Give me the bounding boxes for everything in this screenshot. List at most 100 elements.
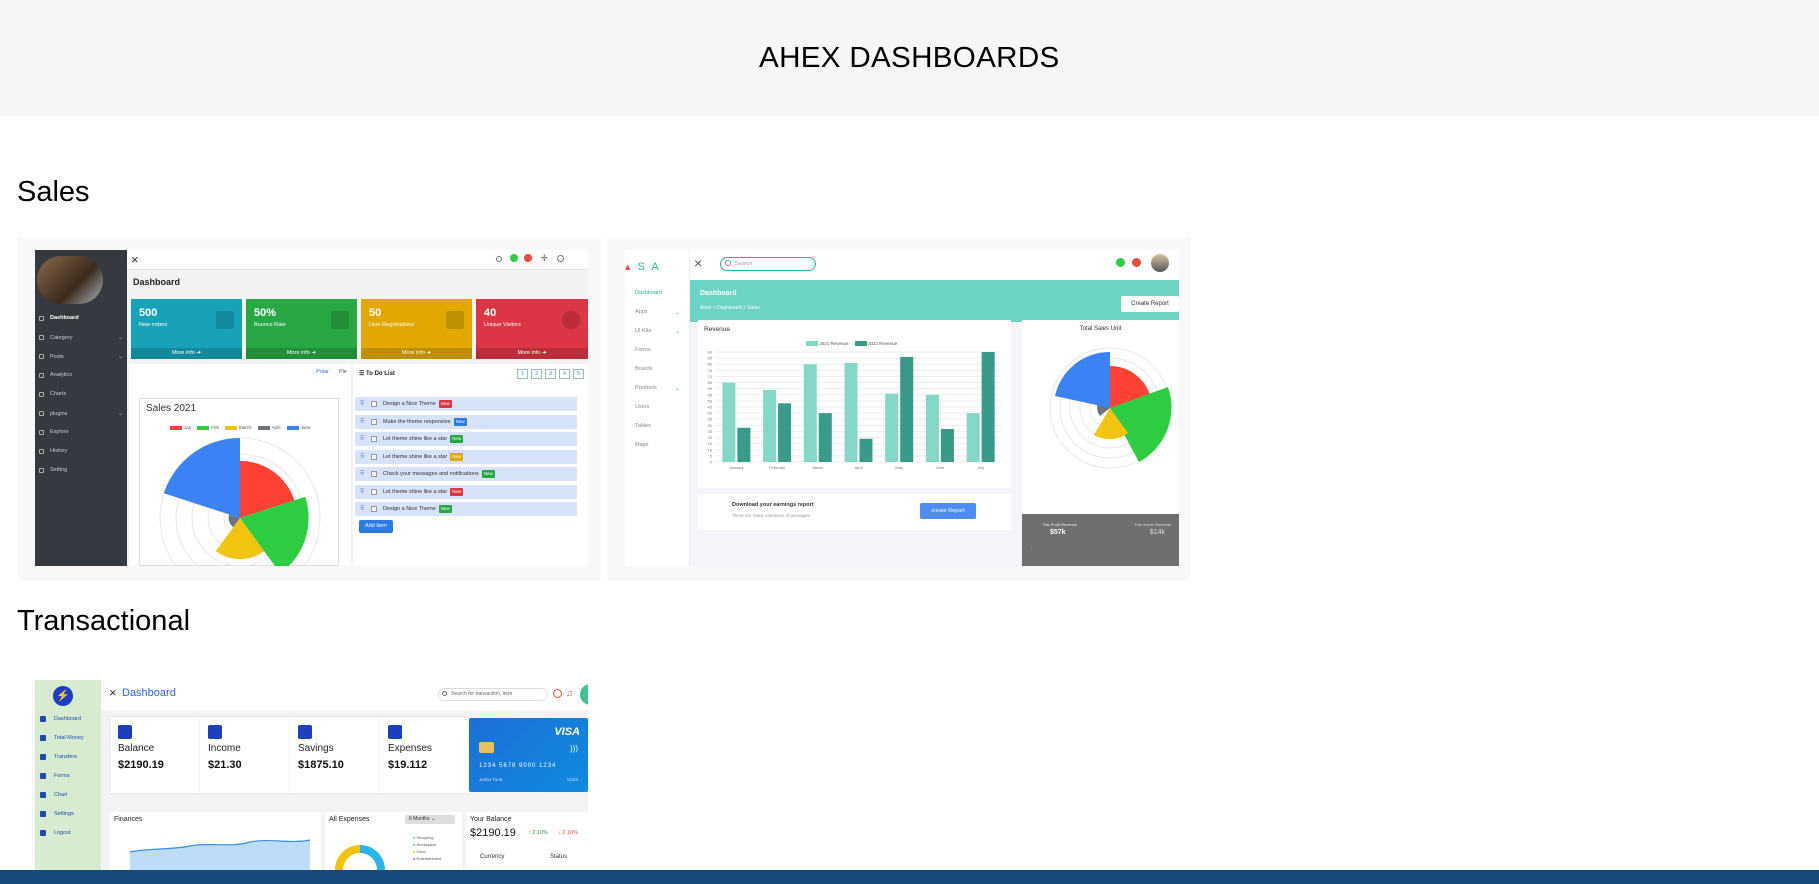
tab-polar[interactable]: Polar xyxy=(316,369,329,375)
savings-card[interactable]: Savings $1875.10 xyxy=(290,717,380,793)
drag-handle-icon[interactable]: ⠿ xyxy=(360,415,364,429)
page-button[interactable]: 4 xyxy=(559,369,570,379)
close-icon[interactable]: × xyxy=(109,685,117,700)
chat-icon[interactable] xyxy=(553,689,562,698)
y-tick-label: 35 xyxy=(708,417,713,422)
drag-handle-icon[interactable]: ⠿ xyxy=(360,502,364,516)
page-button[interactable]: 2 xyxy=(531,369,542,379)
balance-down-rate: ↓ 2.10% xyxy=(558,830,578,836)
more-info-link[interactable]: More info ➜ xyxy=(361,348,472,359)
drag-handle-icon[interactable]: ⠿ xyxy=(360,467,364,481)
bell-icon[interactable]: ♫ xyxy=(566,688,573,698)
todo-checkbox[interactable] xyxy=(371,506,377,512)
search-icon[interactable] xyxy=(496,256,502,262)
sidebar-item-history[interactable]: History xyxy=(39,448,123,454)
sidebar-item-plugins[interactable]: plugins ⌄ xyxy=(39,410,123,417)
todo-item[interactable]: ⠿ Check your messages and notifications Ne… xyxy=(355,467,577,481)
more-info-link[interactable]: More info ➜ xyxy=(131,348,242,359)
todo-checkbox[interactable] xyxy=(371,418,377,425)
nav-total-money[interactable]: Total Money xyxy=(40,735,84,741)
balance-card[interactable]: Balance $2190.19 xyxy=(110,717,200,793)
notification-icon[interactable] xyxy=(524,254,532,262)
create-report-button[interactable]: create Report xyxy=(920,503,976,519)
tab-pie[interactable]: Pie xyxy=(339,369,347,375)
todo-item[interactable]: ⠿ Let theme shine like a star New xyxy=(355,432,577,446)
drag-handle-icon[interactable]: ⠿ xyxy=(360,485,364,499)
finances-card: Finances xyxy=(110,812,321,870)
page-button[interactable]: 1 xyxy=(517,369,528,379)
nav-dashboard[interactable]: Dashboard xyxy=(635,290,662,296)
nav-logout[interactable]: Logout xyxy=(40,830,71,836)
sidebar-item-setting[interactable]: Setting xyxy=(39,467,123,473)
chat-icon[interactable] xyxy=(1116,258,1125,267)
page-button[interactable]: 5 xyxy=(573,369,584,379)
lightning-logo-icon: ⚡ xyxy=(53,686,73,706)
todo-item[interactable]: ⠿ Make the theme responsive New xyxy=(355,414,577,429)
nav-maps[interactable]: Maps xyxy=(635,442,648,448)
chat-icon[interactable] xyxy=(510,254,518,262)
stat-card-visitors[interactable]: 40 Unique Visitors More info ➜ xyxy=(476,299,588,359)
stat-card-orders[interactable]: 500 New orders More info ➜ xyxy=(131,299,242,359)
notification-icon[interactable] xyxy=(1132,258,1141,267)
sidebar-item-analytics[interactable]: Analytics xyxy=(39,372,123,378)
nav-users[interactable]: Users xyxy=(635,404,649,410)
avatar[interactable] xyxy=(580,684,588,705)
todo-item[interactable]: ⠿ Design a Nice Theme New xyxy=(355,502,577,516)
nav-transfers[interactable]: Transfers xyxy=(40,754,77,760)
todo-checkbox[interactable] xyxy=(371,488,377,495)
arrow-up-icon: ↑ xyxy=(1030,546,1033,552)
drag-handle-icon[interactable]: ⠿ xyxy=(360,432,364,446)
settings-icon[interactable] xyxy=(557,255,564,262)
todo-item[interactable]: ⠿ Design a Nice Theme New xyxy=(355,397,577,411)
sidebar-item-charts[interactable]: Charts xyxy=(39,391,123,397)
sidebar-item-explore[interactable]: Explore xyxy=(39,429,123,435)
nav-forms[interactable]: Forms xyxy=(635,347,651,353)
todo-checkbox[interactable] xyxy=(371,436,377,442)
expenses-card[interactable]: Expenses $19.112 xyxy=(380,717,470,793)
create-report-button[interactable]: Create Report xyxy=(1121,296,1179,312)
dashboard-title: Dashboard xyxy=(133,277,181,287)
expand-icon[interactable]: ✛ xyxy=(540,253,548,264)
revenue-bar-chart: 908580757065605550454035302520151050Janu… xyxy=(708,350,1001,470)
visa-card[interactable]: VISA ))) 1234 5678 9000 1234 Jasha Tuna … xyxy=(469,718,588,792)
nav-products[interactable]: Products xyxy=(635,385,657,391)
search-input[interactable]: Search xyxy=(720,257,816,271)
nav-chart[interactable]: Chart xyxy=(40,792,67,798)
sidebar-item-category[interactable]: Category ⌄ xyxy=(39,334,123,341)
sales-dashboard-thumbnail-2[interactable]: ▴ S A Dashboard Apps UI Kits Forms Board… xyxy=(625,250,1179,566)
avatar[interactable] xyxy=(1151,254,1169,272)
nav-settings[interactable]: Settings xyxy=(40,811,74,817)
chevron-down-icon: ⌄ xyxy=(117,335,123,341)
drag-handle-icon[interactable]: ⠿ xyxy=(360,450,364,464)
nav-boards[interactable]: Boards xyxy=(635,366,652,372)
nav-apps[interactable]: Apps xyxy=(635,309,648,315)
transactional-dashboard-thumbnail[interactable]: ⚡ Dashboard Total Money Transfers Forms … xyxy=(35,680,588,870)
page-button[interactable]: 3 xyxy=(545,369,556,379)
todo-item[interactable]: ⠿ Let theme shine like a star New xyxy=(355,449,577,464)
more-info-link[interactable]: More info ➜ xyxy=(246,348,357,359)
todo-checkbox[interactable] xyxy=(371,471,377,477)
close-icon[interactable]: × xyxy=(694,255,702,271)
search-input[interactable]: Search for transaction, item xyxy=(438,688,548,701)
bar-february-2 xyxy=(778,403,792,462)
nav-dashboard[interactable]: Dashboard xyxy=(40,716,81,722)
sidebar-item-dashboard[interactable]: Dashboard xyxy=(39,315,123,321)
todo-item[interactable]: ⠿ Let theme shine like a star New xyxy=(355,484,577,499)
todo-title: ☰ To Do List xyxy=(359,371,395,377)
add-item-button[interactable]: Add Item xyxy=(359,520,393,533)
income-card[interactable]: Income $21.30 xyxy=(200,717,290,793)
stat-card-bounce[interactable]: 50% Bounce Rate More info ➜ xyxy=(246,299,357,359)
nav-ui-kits[interactable]: UI Kits xyxy=(635,328,651,334)
nav-tables[interactable]: Tables xyxy=(635,423,651,429)
drag-handle-icon[interactable]: ⠿ xyxy=(360,397,364,411)
todo-text: Let theme shine like a star xyxy=(383,488,448,495)
close-icon[interactable]: × xyxy=(131,252,139,267)
sidebar-item-posts[interactable]: Posts ⌄ xyxy=(39,353,123,360)
period-select[interactable]: 6 Months ⌄ xyxy=(405,815,455,824)
more-info-link[interactable]: More info ➜ xyxy=(476,348,588,359)
todo-checkbox[interactable] xyxy=(371,401,377,407)
todo-checkbox[interactable] xyxy=(371,453,377,460)
nav-forms[interactable]: Forms xyxy=(40,773,70,779)
stat-card-registrations[interactable]: 50 User Registrations More info ➜ xyxy=(361,299,472,359)
sales-dashboard-thumbnail-1[interactable]: Dashboard Category ⌄ Posts ⌄ Analytics Cha… xyxy=(35,250,588,566)
